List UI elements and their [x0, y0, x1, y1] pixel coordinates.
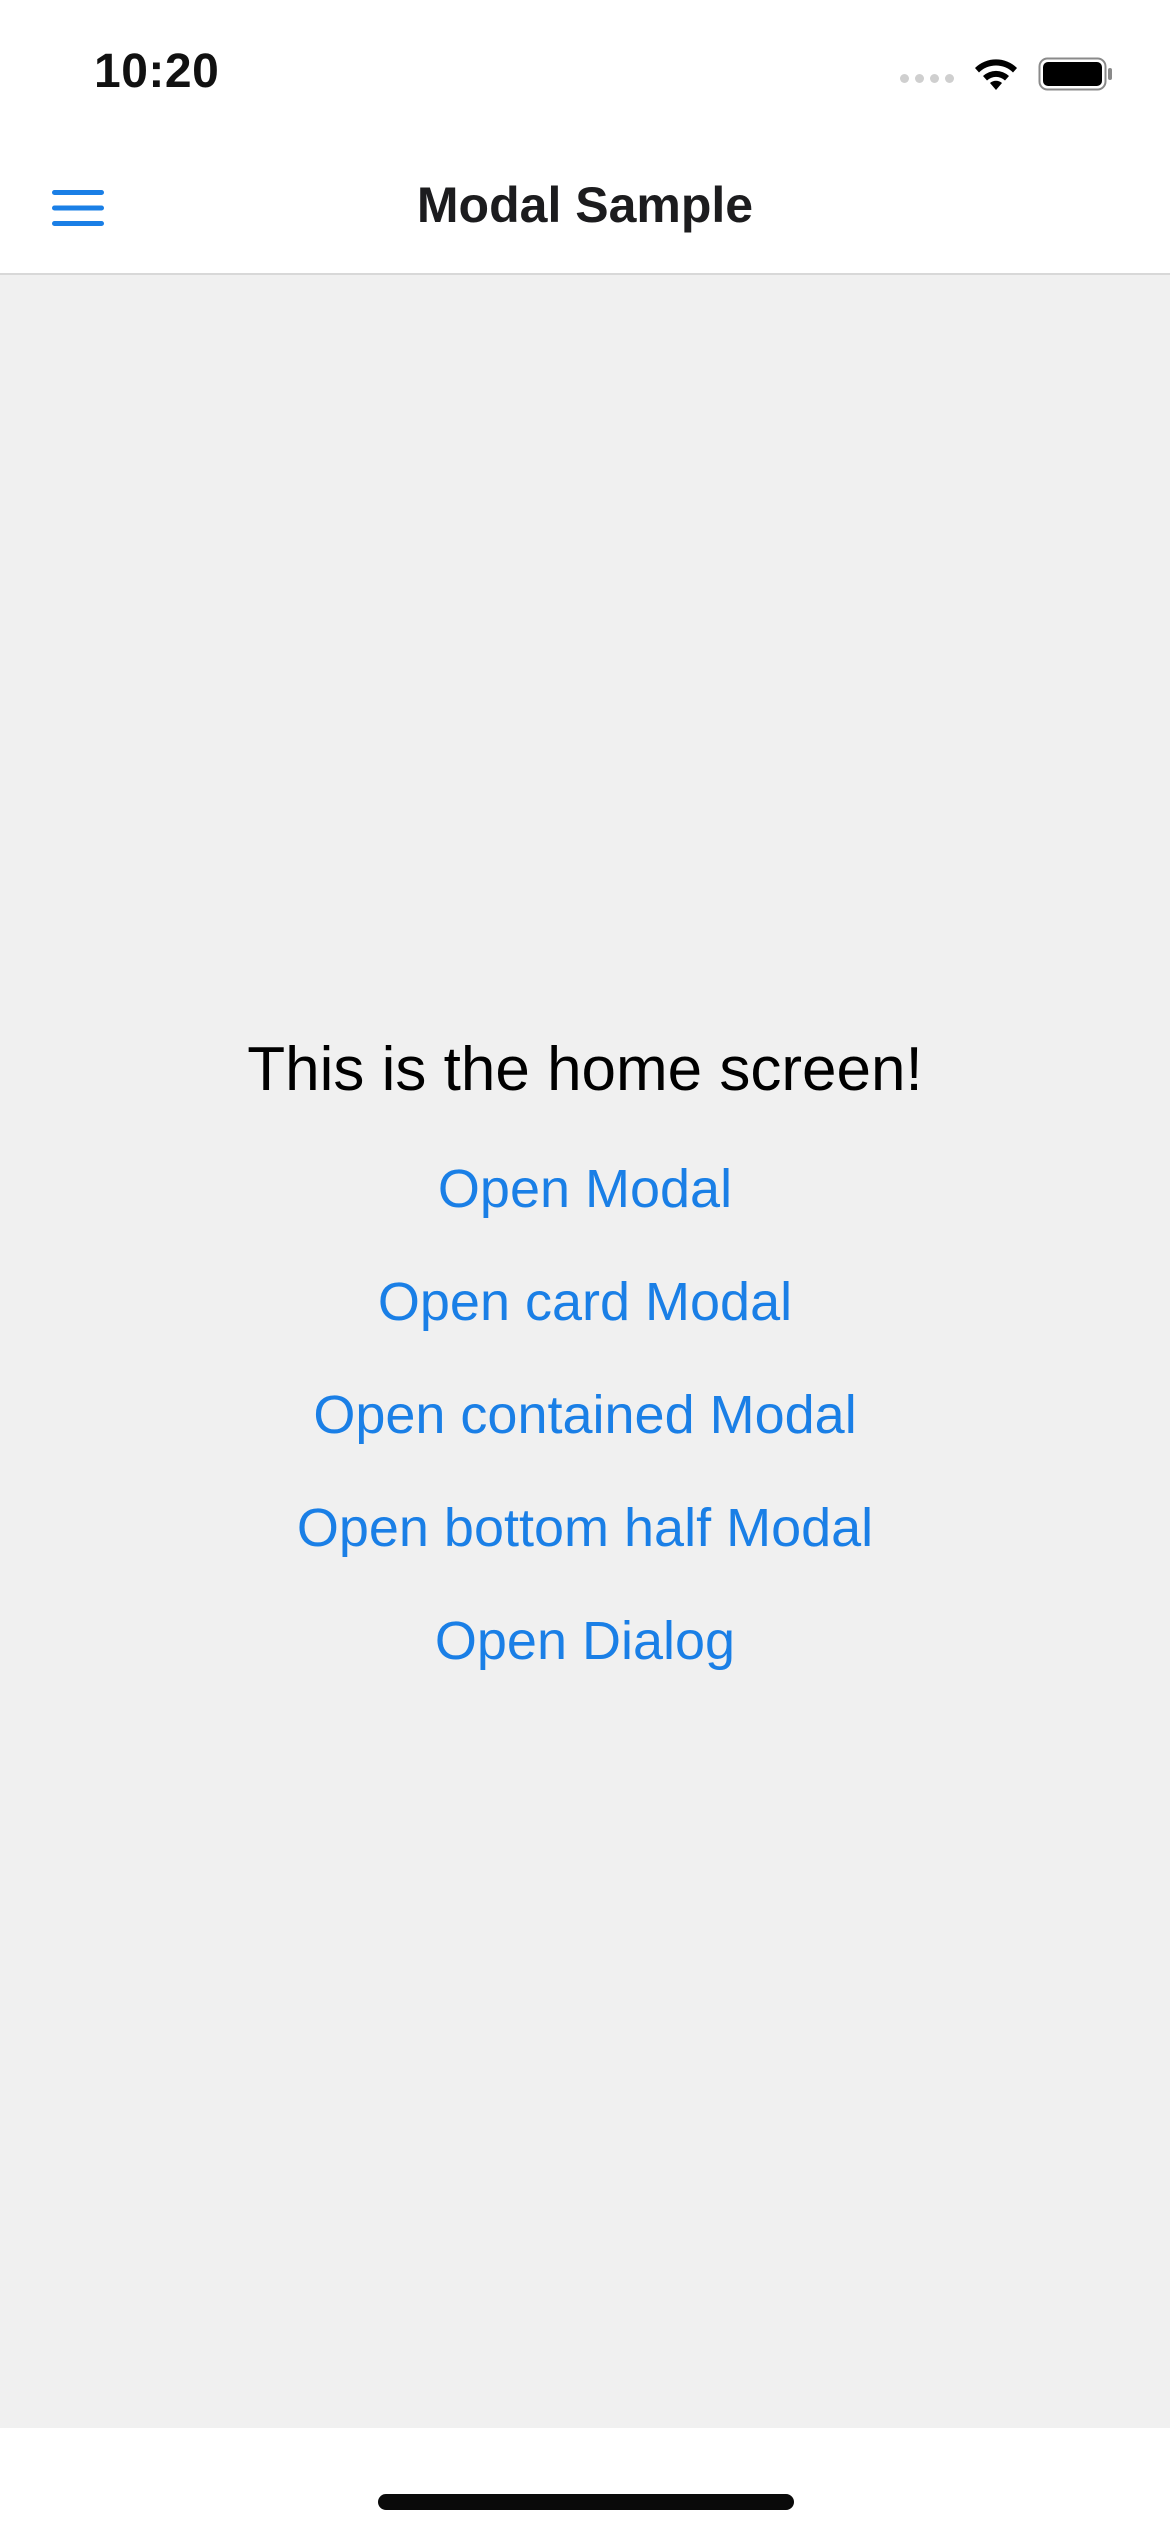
open-bottom-half-modal-button[interactable]: Open bottom half Modal [297, 1472, 873, 1585]
home-content: This is the home screen! Open Modal Open… [0, 1025, 1170, 1698]
battery-icon [1038, 57, 1112, 91]
cellular-signal-icon [900, 73, 954, 83]
open-card-modal-button[interactable]: Open card Modal [378, 1246, 792, 1359]
home-heading: This is the home screen! [247, 1035, 923, 1104]
open-modal-button[interactable]: Open Modal [438, 1133, 732, 1246]
page-title: Modal Sample [416, 177, 754, 233]
home-indicator[interactable] [378, 2494, 794, 2510]
home-screen: This is the home screen! Open Modal Open… [0, 275, 1170, 2428]
open-contained-modal-button[interactable]: Open contained Modal [313, 1359, 856, 1472]
status-time: 10:20 [94, 45, 220, 98]
home-indicator-area [0, 2428, 1170, 2532]
wifi-icon [975, 59, 1017, 90]
status-icons [900, 52, 1114, 96]
navigation-header: Modal Sample [0, 140, 1170, 275]
open-dialog-button[interactable]: Open Dialog [435, 1585, 735, 1698]
status-bar: 10:20 [0, 0, 1170, 140]
